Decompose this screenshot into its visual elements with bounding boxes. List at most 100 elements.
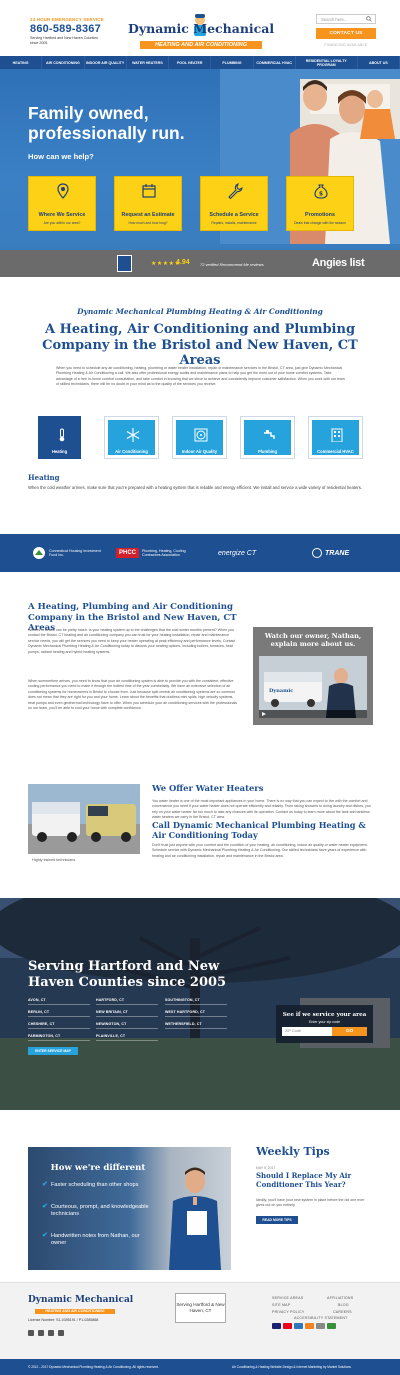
youtube-icon[interactable] [38, 1330, 44, 1336]
verified-reviews-link[interactable]: 72 verified Recommend Me reviews [200, 262, 264, 267]
service-tile-commercial-hvac[interactable]: Commercial HVAC [308, 416, 363, 459]
nav-commercial-hvac[interactable]: COMMERCIAL HVAC [254, 56, 296, 69]
footer-serving-box: Serving Hartford & New Haven, CT [175, 1293, 226, 1323]
search-placeholder: Search here... [321, 17, 348, 22]
partner-energize-ct[interactable]: energize CT [218, 545, 256, 561]
read-more-tips-button[interactable]: READ MORE TIPS [256, 1216, 298, 1224]
town-link[interactable]: AVON, CT [28, 998, 89, 1005]
partner-name: TRANE [325, 549, 350, 557]
card-where-we-service[interactable]: Where We Service Are you within our area… [28, 176, 96, 231]
call-heading: Call Dynamic Mechanical Plumbing Heating… [152, 820, 366, 840]
town-link[interactable]: CHESHIRE, CT [28, 1022, 89, 1029]
tile-inner: Indoor Air Quality [176, 420, 223, 455]
town-link[interactable]: NEW BRITAIN, CT [96, 1010, 158, 1017]
phcc-logo: PHCC [116, 548, 140, 558]
owner-video[interactable]: Dynamic [259, 656, 367, 718]
svg-text:$: $ [319, 191, 323, 198]
angies-list-logo[interactable]: Angies list [312, 257, 365, 269]
check-icon: ✔ [42, 1203, 48, 1210]
zip-heading: See if we service your area [282, 1012, 367, 1018]
tile-label: Air Conditioning [115, 449, 148, 454]
search-icon[interactable] [366, 16, 372, 22]
nav-water-heaters[interactable]: WATER HEATERS [127, 56, 170, 69]
card-schedule-service[interactable]: Schedule a Service Repairs, installs, ma… [200, 176, 268, 231]
town-link[interactable]: NEWINGTON, CT [96, 1022, 159, 1029]
contact-us-button[interactable]: CONTACT US [316, 28, 376, 39]
nav-about-us[interactable]: ABOUT US [358, 56, 400, 69]
intro-kicker: Dynamic Mechanical Plumbing Heating & Ai… [77, 307, 323, 316]
heating-heading: Heating [28, 473, 60, 482]
nav-air-conditioning[interactable]: AIR CONDITIONING [42, 56, 85, 69]
design-credit[interactable]: Air Conditioning & Heating Website Desig… [232, 1365, 351, 1369]
bbb-badge-icon[interactable] [117, 255, 132, 272]
technician-photo [169, 1167, 221, 1270]
footer-link-service-areas[interactable]: SERVICE AREAS [272, 1296, 303, 1300]
logo-title: Dynamic Mechanical [128, 21, 275, 36]
nav-plumbing[interactable]: PLUMBING [211, 56, 254, 69]
tip-title[interactable]: Should I Replace My Air Conditioner This… [256, 1171, 371, 1189]
since-line: since 2005 [30, 41, 48, 45]
footer-link-site-map[interactable]: SITE MAP [272, 1303, 290, 1307]
map-pin-icon [57, 183, 69, 199]
footer-link-affiliations[interactable]: AFFILIATIONS [327, 1296, 353, 1300]
service-tile-indoor-air-quality[interactable]: Indoor Air Quality [172, 416, 227, 459]
partner-phcc[interactable]: PHCC Plumbing, Heating, Cooling Contract… [116, 545, 202, 561]
service-tile-plumbing[interactable]: Plumbing [240, 416, 295, 459]
town-link[interactable]: FARMINGTON, CT [28, 1034, 91, 1041]
different-item-text: Handwritten notes from Nathan, our owner [51, 1233, 140, 1246]
footer-link-careers[interactable]: CAREERS [333, 1310, 352, 1314]
vans-photo [28, 784, 140, 854]
card-subtitle: How much and how long? [128, 221, 168, 225]
town-link[interactable]: HARTFORD, CT [96, 998, 159, 1005]
enter-service-map-button[interactable]: ENTER SERVICE MAP [28, 1047, 78, 1055]
hero-help-text: How can we help? [28, 152, 94, 161]
card-title: Promotions [305, 212, 335, 218]
partner-name: Plumbing, Heating, Cooling Contractors A… [142, 548, 186, 557]
service-tile-heating[interactable]: Heating [38, 416, 81, 459]
google-plus-icon[interactable] [48, 1330, 54, 1336]
wrench-icon [228, 183, 243, 199]
town-link[interactable]: SOUTHINGTON, CT [165, 998, 227, 1005]
nav-pool-heater[interactable]: POOL HEATER [169, 56, 212, 69]
hero-title-line2: professionally run. [28, 123, 185, 143]
zip-go-button[interactable]: GO [332, 1027, 367, 1036]
partner-chif[interactable]: Connecticut Housing Investment Fund Inc. [32, 545, 104, 561]
card-promotions[interactable]: $ Promotions Deals that change with the … [286, 176, 354, 231]
tile-label: Indoor Air Quality [181, 449, 218, 454]
nav-loyalty-program[interactable]: RESIDENTIAL LOYALTY PROGRAM [296, 56, 358, 69]
town-link[interactable]: BERLIN, CT [28, 1010, 91, 1017]
chif-logo-icon [33, 547, 45, 559]
facebook-icon[interactable] [58, 1330, 64, 1336]
nav-heating[interactable]: HEATING [0, 56, 43, 69]
footer-logo-title[interactable]: Dynamic Mechanical [28, 1295, 133, 1305]
tile-label: Commercial HVAC [317, 449, 354, 454]
search-input[interactable]: Search here... [316, 14, 376, 24]
call-text: Don't trust just anyone with your comfor… [152, 843, 368, 858]
tip-date: MAY 5, 2017 [256, 1166, 276, 1170]
intro-title: A Heating, Air Conditioning and Plumbing… [42, 322, 358, 368]
footer-link-privacy[interactable]: PRIVACY POLICY [272, 1310, 304, 1314]
instagram-icon[interactable] [28, 1330, 34, 1336]
different-item: ✔ Courteous, prompt, and knowledgeable te… [42, 1203, 152, 1218]
site-logo[interactable]: Dynamic Mechanical HEATING AND AIR CONDI… [128, 14, 275, 54]
rating-value: 4.94 [176, 259, 190, 266]
financing-link[interactable]: FINANCING AVAILABLE [316, 43, 376, 47]
water-heaters-heading: We Offer Water Heaters [152, 783, 264, 793]
hero-banner: Family owned, professionally run. How ca… [0, 69, 400, 250]
card-request-estimate[interactable]: Request an Estimate How much and how lon… [114, 176, 182, 231]
partner-trane[interactable]: TRANE [312, 545, 349, 561]
serving-title-line2: Haven Counties since 2005 [28, 974, 227, 990]
town-link[interactable]: PLAINVILLE, CT [96, 1034, 159, 1041]
footer-link-accessibility[interactable]: ACCESSIBILITY STATEMENT [294, 1316, 348, 1320]
phone-number[interactable]: 860-589-8367 [30, 23, 101, 35]
heating-text: When the cold weather arrives, make sure… [28, 485, 362, 490]
money-bag-icon: $ [314, 184, 328, 199]
footer-link-blog[interactable]: BLOG [338, 1303, 349, 1307]
service-tile-air-conditioning[interactable]: Air Conditioning [104, 416, 159, 459]
partner-name: energize CT [218, 549, 257, 557]
nav-indoor-air-quality[interactable]: INDOOR AIR QUALITY [85, 56, 127, 69]
town-link[interactable]: WEST HARTFORD, CT [165, 1010, 228, 1017]
zip-input[interactable]: ZIP Code [282, 1027, 332, 1036]
calendar-icon [142, 184, 156, 198]
town-link[interactable]: WETHERSFIELD, CT [165, 1022, 227, 1029]
